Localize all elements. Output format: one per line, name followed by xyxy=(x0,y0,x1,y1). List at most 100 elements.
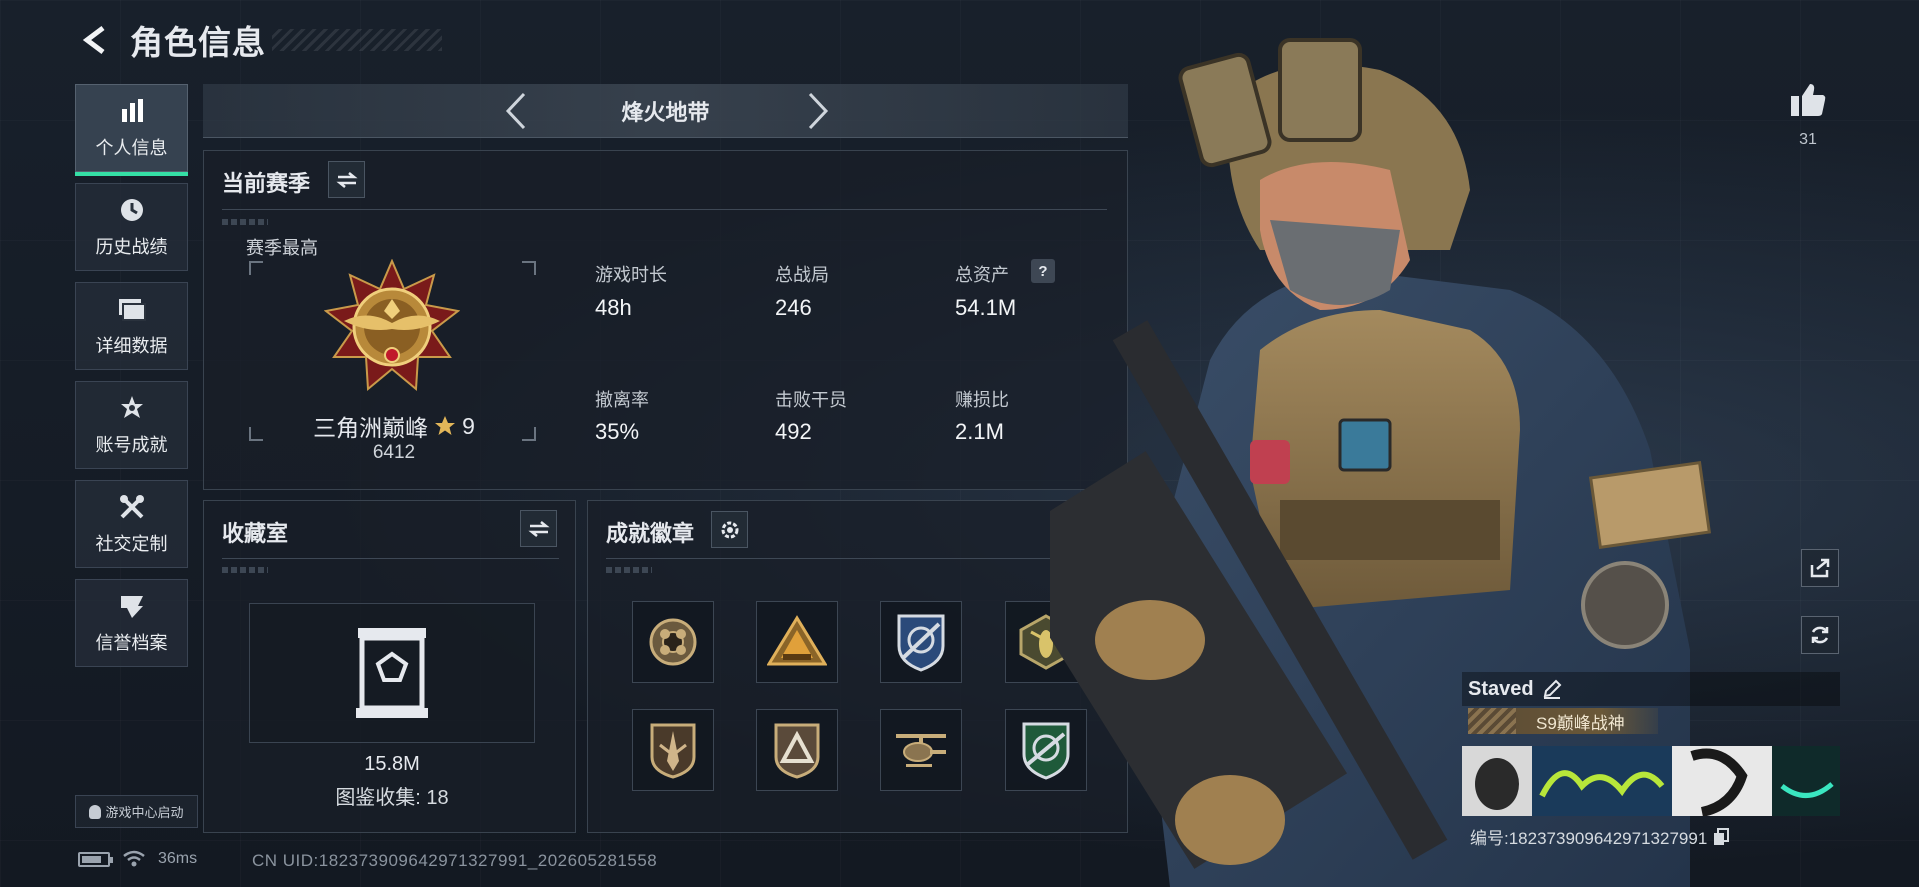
player-name-row: Staved xyxy=(1462,672,1840,706)
header: 角色信息 xyxy=(76,18,442,62)
game-center-button[interactable]: 游戏中心启动 xyxy=(75,795,198,828)
status-bar: 36ms xyxy=(78,850,197,868)
chevron-left-icon xyxy=(505,92,526,130)
share-button[interactable] xyxy=(1801,549,1839,587)
thumbs-up-icon xyxy=(1791,84,1826,116)
rank-name-row: 三角洲巅峰 9 xyxy=(204,409,584,443)
gear-icon xyxy=(721,521,738,538)
stat-value-total-matches: 246 xyxy=(775,295,812,320)
player-banner[interactable] xyxy=(1462,746,1840,816)
back-arrow-icon xyxy=(82,26,105,54)
divider xyxy=(222,209,1107,210)
badge-shield-target[interactable] xyxy=(880,601,962,683)
edit-icon[interactable] xyxy=(1542,679,1562,699)
decor-text xyxy=(222,219,268,225)
share-icon xyxy=(1810,558,1830,578)
display-case-icon xyxy=(356,628,428,718)
clock-icon xyxy=(117,195,147,225)
qq-icon xyxy=(89,804,102,819)
collection-display[interactable] xyxy=(249,603,535,743)
season-switch-button[interactable] xyxy=(328,161,365,198)
swap-icon xyxy=(527,520,550,537)
mode-prev-button[interactable] xyxy=(496,92,536,130)
mode-selector: 烽火地带 xyxy=(203,84,1128,138)
folder-icon xyxy=(117,294,147,324)
pyramid-emblem-icon xyxy=(767,615,827,666)
nav-item-social[interactable]: 社交定制 xyxy=(75,480,188,568)
stat-label-profit-ratio: 赚损比 xyxy=(955,390,1009,410)
ping-text: 36ms xyxy=(158,850,198,867)
player-title-tag[interactable]: S9巅峰战神 xyxy=(1468,708,1658,734)
stat-label-total-assets: 总资产 xyxy=(955,265,1009,285)
graffiti-banner-image xyxy=(1462,746,1840,816)
badges-panel: 成就徽章 xyxy=(587,500,1128,833)
collection-title: 收藏室 xyxy=(222,521,289,546)
decor-text xyxy=(606,567,652,573)
page-title: 角色信息 xyxy=(130,24,266,61)
refresh-button[interactable] xyxy=(1801,616,1839,654)
badge-pyramid[interactable] xyxy=(756,601,838,683)
game-center-label: 游戏中心启动 xyxy=(105,805,184,820)
chevron-right-icon xyxy=(808,92,829,130)
battery-icon xyxy=(78,851,113,867)
stat-value-total-assets: 54.1M xyxy=(955,295,1017,320)
stat-label-operators-defeated: 击败干员 xyxy=(775,390,847,410)
nav-label: 信誉档案 xyxy=(95,633,168,653)
nav-item-history[interactable]: 历史战绩 xyxy=(75,183,188,271)
badges-settings-button[interactable] xyxy=(711,511,748,548)
stat-value-playtime: 48h xyxy=(595,295,632,320)
uid-text: CN UID:1823739096429713279​91_2026052815… xyxy=(252,851,658,870)
rank-medal-icon xyxy=(324,259,460,392)
sword-emblem-icon xyxy=(650,723,696,779)
badge-helicopter[interactable] xyxy=(880,709,962,791)
star-icon xyxy=(435,416,456,435)
rank-stars: 9 xyxy=(462,412,475,439)
badges-title: 成就徽章 xyxy=(606,521,695,546)
swap-icon xyxy=(335,171,358,188)
nav-label: 账号成就 xyxy=(95,435,168,455)
nav-item-reputation[interactable]: 信誉档案 xyxy=(75,579,188,667)
back-button[interactable] xyxy=(76,18,116,62)
nav-item-achievements[interactable]: 账号成就 xyxy=(75,381,188,469)
stat-value-operators-defeated: 492 xyxy=(775,419,812,444)
stat-value-profit-ratio: 2.1M xyxy=(955,419,1004,444)
season-peak-label: 赛季最高 xyxy=(246,238,318,258)
player-id-row: 编号:1823739096429713279​91 xyxy=(1462,824,1840,849)
title-tag-icon xyxy=(1468,708,1516,734)
nav-label: 社交定制 xyxy=(95,534,168,554)
collection-value: 15.8M xyxy=(364,753,420,775)
nav-label: 详细数据 xyxy=(95,336,168,356)
player-card: Staved S9巅峰战神 编号:1823739096429713279​91 xyxy=(1462,672,1840,849)
copy-icon[interactable] xyxy=(1713,827,1730,846)
decor-text xyxy=(222,567,268,573)
reputation-emblem-icon xyxy=(117,591,147,621)
like-count: 31 xyxy=(1799,131,1817,148)
divider xyxy=(222,558,559,559)
nav-item-personal-info[interactable]: 个人信息 xyxy=(75,84,188,176)
stat-value-extraction-rate: 35% xyxy=(595,419,640,444)
title-decoration xyxy=(272,29,442,51)
achievement-star-icon xyxy=(117,393,147,423)
collection-panel: 收藏室 15.8M 图鉴收集: 18 xyxy=(203,500,576,833)
collection-count: 图鉴收集: 18 xyxy=(335,787,449,809)
wifi-icon xyxy=(123,850,145,867)
player-id: 编号:1823739096429713279​91 xyxy=(1470,829,1708,848)
player-title-text: S9巅峰战神 xyxy=(1536,713,1625,733)
mode-next-button[interactable] xyxy=(798,92,838,130)
stat-label-total-matches: 总战局 xyxy=(775,265,829,285)
triangle-emblem-icon xyxy=(774,723,820,779)
badge-rose[interactable] xyxy=(632,601,714,683)
rose-emblem-icon xyxy=(649,618,697,666)
nav-label: 历史战绩 xyxy=(95,237,168,257)
bar-chart-icon xyxy=(117,96,147,126)
badge-sword[interactable] xyxy=(632,709,714,791)
refresh-icon xyxy=(1811,626,1829,644)
nav-label: 个人信息 xyxy=(95,138,168,158)
season-title: 当前赛季 xyxy=(222,171,311,196)
badge-triangle[interactable] xyxy=(756,709,838,791)
nav-item-detailed-data[interactable]: 详细数据 xyxy=(75,282,188,370)
rank-name: 三角洲巅峰 xyxy=(313,415,429,441)
helicopter-emblem-icon xyxy=(896,734,946,767)
like-button[interactable] xyxy=(1786,78,1830,122)
collection-switch-button[interactable] xyxy=(520,510,557,547)
